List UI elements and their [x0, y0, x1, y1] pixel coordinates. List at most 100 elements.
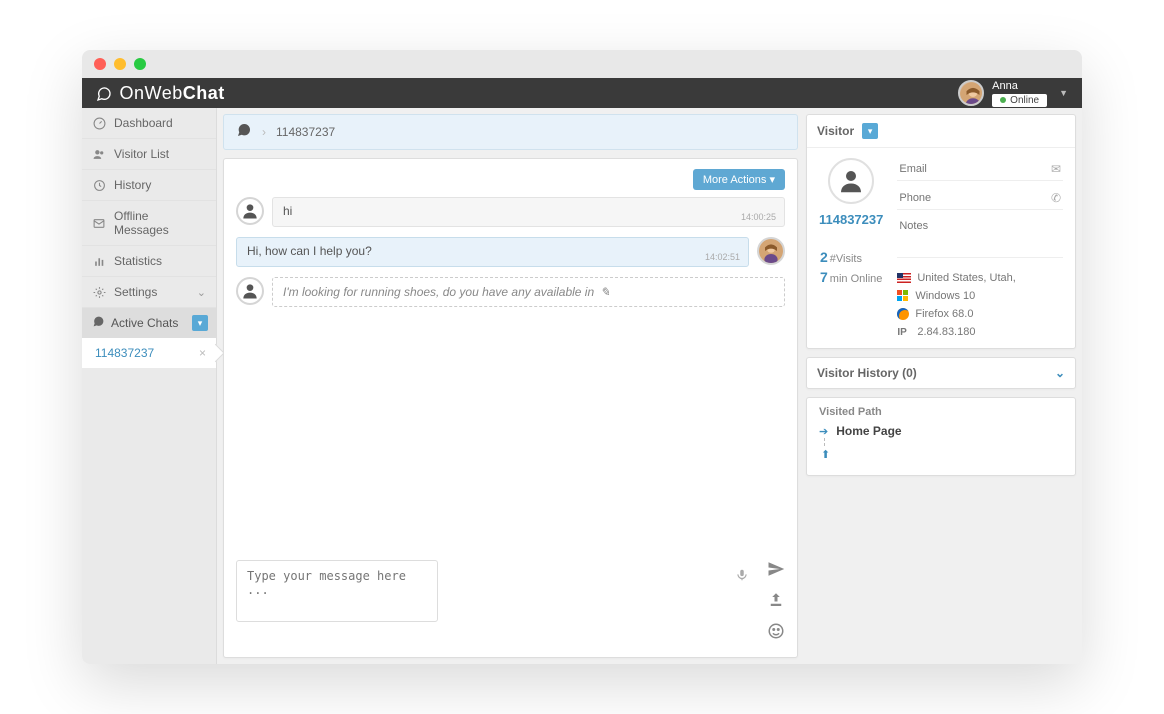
- stats-icon: [92, 255, 106, 268]
- compose-row: [236, 560, 785, 645]
- topbar: OnWebChat Anna Online ▼: [82, 78, 1082, 108]
- brand-text-1: OnWeb: [120, 83, 183, 103]
- flag-us-icon: [897, 273, 911, 283]
- message-time: 14:00:25: [741, 212, 776, 222]
- more-actions-button[interactable]: More Actions ▾: [693, 169, 785, 190]
- ip-label: IP: [897, 327, 911, 338]
- phone-icon: ✆: [1051, 191, 1061, 205]
- message-text: Hi, how can I help you?: [247, 244, 372, 258]
- chevron-down-icon: ⌄: [197, 286, 206, 299]
- nav-dashboard[interactable]: Dashboard: [82, 108, 216, 139]
- chat-panel: More Actions ▾ hi 14:00:25: [223, 158, 798, 658]
- visitor-avatar-icon: [236, 277, 264, 305]
- window-maximize[interactable]: [134, 58, 146, 70]
- visitor-ip: IP 2.84.83.180: [897, 326, 1063, 338]
- nav-label: Statistics: [114, 254, 162, 268]
- visitor-browser: Firefox 68.0: [897, 308, 1063, 320]
- window-minimize[interactable]: [114, 58, 126, 70]
- message-agent: Hi, how can I help you? 14:02:51: [236, 237, 785, 267]
- nav-stats[interactable]: Statistics: [82, 246, 216, 277]
- chat-tab[interactable]: 114837237 ×: [82, 338, 216, 368]
- phone-input[interactable]: [899, 192, 1051, 204]
- nav-label: Dashboard: [114, 116, 173, 130]
- nav-visitors[interactable]: Visitor List: [82, 139, 216, 170]
- send-button[interactable]: [767, 560, 785, 583]
- nav-label: Settings: [114, 285, 157, 299]
- visitor-history[interactable]: Visitor History (0) ⌄: [806, 357, 1076, 389]
- nav-history[interactable]: History: [82, 170, 216, 201]
- nav-label: Offline Messages: [114, 209, 206, 237]
- visited-path: Visited Path ➔ Home Page ⬆: [806, 397, 1076, 476]
- visitor-title: Visitor: [817, 124, 854, 138]
- nav-settings[interactable]: Settings ⌄: [82, 277, 216, 308]
- agent-avatar-icon: [757, 237, 785, 265]
- pencil-icon: ✎: [600, 285, 610, 299]
- nav-label: Visitor List: [114, 147, 169, 161]
- message-visitor: hi 14:00:25: [236, 197, 785, 227]
- message-bubble: Hi, how can I help you? 14:02:51: [236, 237, 749, 267]
- visitor-header: Visitor ▾: [807, 115, 1075, 148]
- brand-text-2: Chat: [183, 83, 225, 103]
- emoji-button[interactable]: [767, 622, 785, 645]
- notes-field[interactable]: [897, 216, 1063, 236]
- email-input[interactable]: [899, 163, 1051, 175]
- app-window: OnWebChat Anna Online ▼ Dashboard: [82, 50, 1082, 664]
- chat-icon: [92, 315, 105, 331]
- compose-actions: [767, 560, 785, 645]
- firefox-icon: [897, 308, 909, 320]
- current-user[interactable]: Anna Online ▼: [958, 80, 1068, 107]
- visitor-avatar-icon: [828, 158, 874, 204]
- caret-down-icon: ▾: [769, 174, 775, 186]
- chevron-down-icon: ⌄: [1055, 366, 1065, 380]
- breadcrumb: › 114837237: [223, 114, 798, 150]
- mail-icon: [92, 217, 106, 230]
- mac-titlebar: [82, 50, 1082, 78]
- chat-messages: hi 14:00:25 Hi, how can I help you? 14:0…: [236, 197, 785, 550]
- user-avatar-icon: [958, 80, 984, 106]
- visitor-id: 114837237: [819, 212, 883, 227]
- status-dot-icon: [1000, 97, 1006, 103]
- dashboard-icon: [92, 117, 106, 130]
- users-icon: [92, 148, 106, 161]
- visitor-avatar-icon: [236, 197, 264, 225]
- active-chats-menu[interactable]: ▾: [192, 315, 208, 331]
- user-name: Anna: [992, 80, 1047, 92]
- message-typing: I'm looking for running shoes, do you ha…: [236, 277, 785, 307]
- upload-button[interactable]: [767, 591, 785, 614]
- history-icon: [92, 179, 106, 192]
- windows-icon: [897, 290, 909, 302]
- breadcrumb-sep: ›: [262, 125, 266, 139]
- message-input[interactable]: [236, 560, 438, 622]
- typing-bubble: I'm looking for running shoes, do you ha…: [272, 277, 785, 307]
- sidebar: Dashboard Visitor List History Offline M…: [82, 108, 217, 664]
- message-bubble: hi 14:00:25: [272, 197, 785, 227]
- typing-text: I'm looking for running shoes, do you ha…: [283, 285, 594, 299]
- visitor-os: Windows 10: [897, 290, 1063, 302]
- stat-online: 7min Online: [820, 269, 882, 285]
- phone-field[interactable]: ✆: [897, 187, 1063, 210]
- brand-logo: OnWebChat: [96, 83, 225, 104]
- message-text: hi: [283, 204, 292, 218]
- chat-tab-id: 114837237: [95, 346, 154, 360]
- notes-input[interactable]: [899, 220, 1061, 232]
- gear-icon: [92, 286, 106, 299]
- close-chat-icon[interactable]: ×: [199, 346, 206, 360]
- microphone-icon[interactable]: [735, 568, 749, 585]
- email-field[interactable]: ✉: [897, 158, 1063, 181]
- path-page[interactable]: Home Page: [836, 424, 901, 438]
- envelope-icon: ✉: [1051, 162, 1061, 176]
- window-close[interactable]: [94, 58, 106, 70]
- visitor-location: United States, Utah,: [897, 272, 1063, 284]
- visitor-menu[interactable]: ▾: [862, 123, 878, 139]
- user-status[interactable]: Online: [992, 94, 1047, 107]
- chat-bubble-icon: [236, 122, 252, 142]
- message-time: 14:02:51: [705, 252, 740, 262]
- content: › 114837237 More Actions ▾ hi: [217, 108, 1082, 664]
- active-chats-label: Active Chats: [111, 316, 178, 330]
- breadcrumb-id: 114837237: [276, 125, 335, 139]
- path-title: Visited Path: [819, 406, 1063, 418]
- arrow-up-icon: ⬆: [821, 448, 1063, 461]
- history-label: Visitor History (0): [817, 366, 917, 380]
- user-menu-caret-icon[interactable]: ▼: [1059, 88, 1068, 98]
- nav-offline[interactable]: Offline Messages: [82, 201, 216, 246]
